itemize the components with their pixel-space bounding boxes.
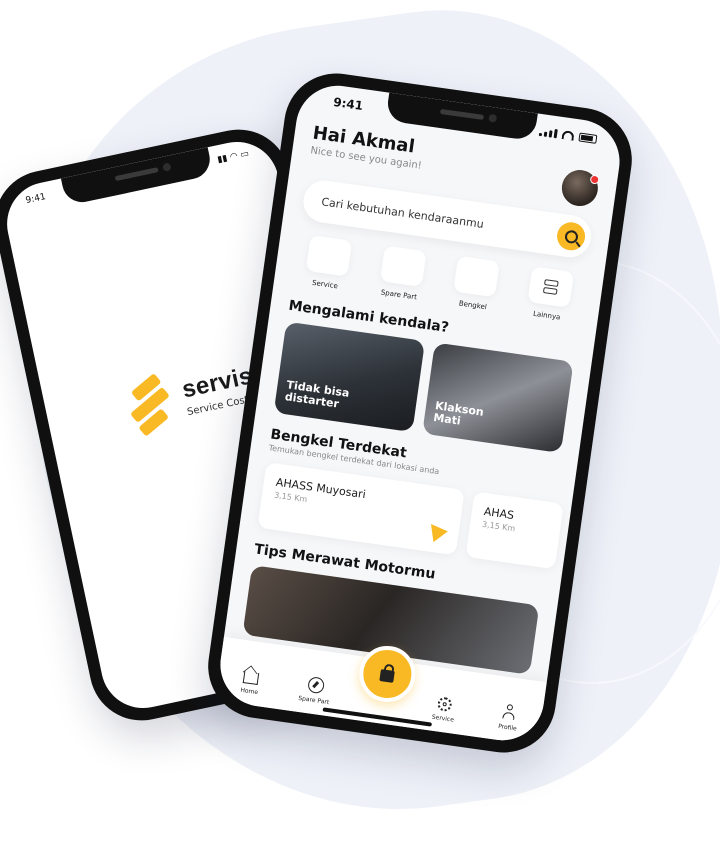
nav-home[interactable]: Home <box>224 669 277 699</box>
brand-mark-icon <box>121 371 178 439</box>
nav-label: Profile <box>497 722 518 733</box>
status-time: 9:41 <box>24 192 47 207</box>
problem-card[interactable]: Tidak bisa distarter <box>273 321 426 433</box>
spare-part-icon <box>379 245 427 287</box>
search-icon <box>563 228 579 244</box>
home-icon <box>242 671 260 686</box>
category-service[interactable]: Service <box>296 234 361 293</box>
user-icon <box>502 703 518 721</box>
bengkel-card[interactable]: AHASS Muyosari 3,15 Km <box>257 462 465 556</box>
problem-label: Klakson Mati <box>432 398 485 429</box>
category-label: Spare Part <box>380 288 418 302</box>
search-input[interactable]: Cari kebutuhan kendaraanmu <box>321 195 485 231</box>
nav-label: Service <box>431 713 455 724</box>
nav-profile[interactable]: Profile <box>482 701 535 735</box>
home-screen: 9:41 Hai Akmal Nice to see you again! Ca… <box>215 80 625 746</box>
menu-icon <box>542 277 559 297</box>
notch <box>60 147 214 206</box>
category-label: Service <box>311 278 339 291</box>
nav-label: Home <box>239 686 259 697</box>
category-label: Bengkel <box>458 299 488 312</box>
status-icons: ▮▮ ◠ ▭ <box>216 148 250 166</box>
category-spare-part[interactable]: Spare Part <box>370 244 435 303</box>
category-bengkel[interactable]: Bengkel <box>444 255 509 314</box>
battery-icon <box>578 131 598 144</box>
status-time: 9:41 <box>332 94 364 114</box>
nav-label: Spare Part <box>297 694 330 707</box>
gear-icon <box>436 696 453 713</box>
notch <box>385 92 538 142</box>
signal-icon <box>538 126 558 138</box>
problem-label: Tidak bisa distarter <box>284 377 351 411</box>
category-label: Lainnya <box>532 309 561 322</box>
search-button[interactable] <box>555 220 587 253</box>
bengkel-card[interactable]: AHAS 3,15 Km <box>465 491 564 570</box>
wifi-icon <box>561 129 575 141</box>
compass-icon <box>306 676 325 695</box>
shopping-bag-icon <box>379 669 395 683</box>
category-lainnya[interactable]: Lainnya <box>517 265 582 324</box>
bengkel-icon <box>453 255 501 298</box>
problem-card[interactable]: Klakson Mati <box>422 342 574 453</box>
service-icon <box>305 235 353 277</box>
nav-spare-part[interactable]: Spare Part <box>288 674 341 708</box>
